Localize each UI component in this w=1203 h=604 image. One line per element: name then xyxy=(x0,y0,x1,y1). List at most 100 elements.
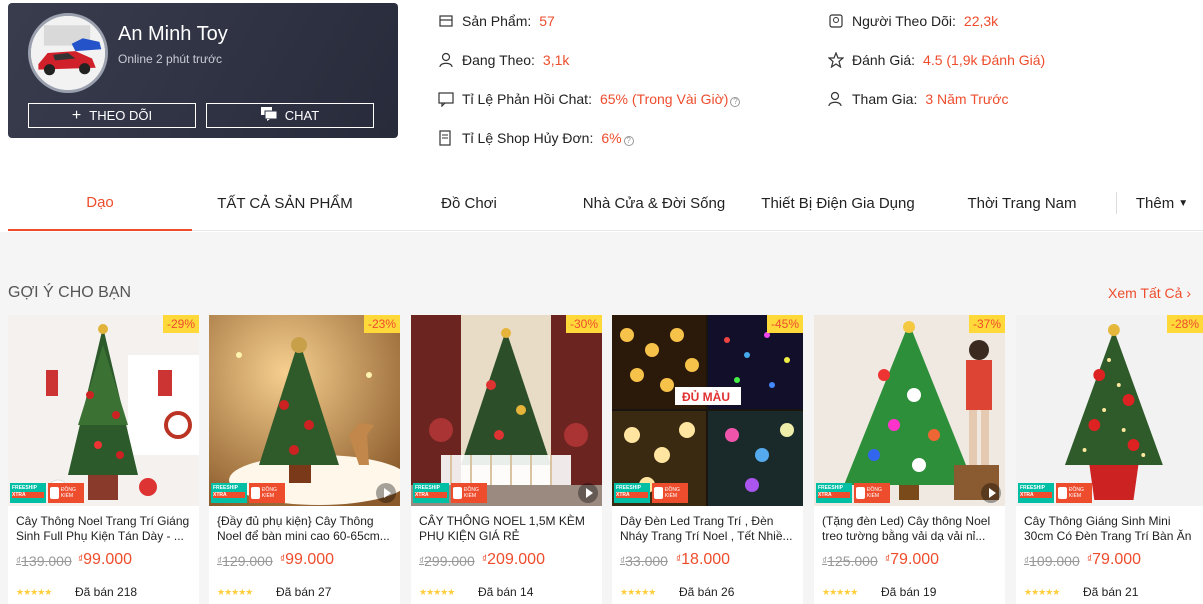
product-name: {Đầy đủ phụ kiện} Cây Thông Noel để bàn … xyxy=(217,514,390,543)
dong-kiem-badge: ĐỒNG KIỂM xyxy=(249,483,285,503)
product-image[interactable]: ĐỦ MÀU xyxy=(612,315,803,506)
promo-badges: FREESHIP XTRA ĐỒNG KIỂM xyxy=(614,483,688,503)
rating-stars-icon: ★★★★★ xyxy=(217,587,253,597)
tab-more-label: Thêm xyxy=(1135,194,1175,212)
section-title: GỢI Ý CHO BẠN xyxy=(8,284,132,301)
product-name: CÂY THÔNG NOEL 1,5M KÈM PHỤ KIỆN GIÁ RẺ xyxy=(419,514,585,543)
promo-badges: FREESHIP XTRA ĐỒNG KIỂM xyxy=(816,483,890,503)
stat-followers-label: Người Theo Dõi: xyxy=(852,13,956,29)
tab-appliances[interactable]: Thiết Bị Điện Gia Dụng xyxy=(748,175,928,231)
chat-icon xyxy=(260,107,278,124)
receipt-icon xyxy=(438,130,454,146)
help-icon[interactable]: ? xyxy=(730,97,741,107)
sold-count: Đã bán 27 xyxy=(276,585,332,599)
shop-online-status: Online 2 phút trước xyxy=(118,52,222,66)
sold-count: Đã bán 218 xyxy=(75,585,138,599)
rating-stars-icon: ★★★★★ xyxy=(620,587,656,597)
shop-avatar[interactable] xyxy=(28,13,108,93)
product-image[interactable] xyxy=(209,315,400,506)
rating-stars-icon: ★★★★★ xyxy=(1024,587,1060,597)
stat-rating: Đánh Giá: 4.5 (1,9k Đánh Giá) xyxy=(828,52,1045,68)
stat-rating-label: Đánh Giá: xyxy=(852,52,916,68)
discount-badge: -29% xyxy=(162,315,199,333)
discount-badge: -30% xyxy=(565,315,602,333)
product-name: Dây Đèn Led Trang Trí , Đèn Nháy Trang T… xyxy=(620,514,793,543)
product-image[interactable] xyxy=(1016,315,1203,506)
stat-cancel-rate-value: 6%? xyxy=(601,130,634,146)
tab-divider xyxy=(1116,192,1117,214)
check-icon xyxy=(453,487,462,499)
sale-price: ₫79.000 xyxy=(885,551,940,568)
stat-joined-value: 3 Năm Trước xyxy=(925,91,1009,107)
rating-stars-icon: ★★★★★ xyxy=(16,587,52,597)
sale-price: ₫99.000 xyxy=(78,551,133,568)
freeship-badge: FREESHIP XTRA xyxy=(211,483,247,503)
stat-cancel-rate: Tỉ Lệ Shop Hủy Đơn: 6%? xyxy=(438,130,634,146)
video-play-icon[interactable] xyxy=(981,483,1001,503)
promo-badges: FREESHIP XTRA ĐỒNG KIỂM xyxy=(10,483,84,503)
product-image[interactable] xyxy=(814,315,1005,506)
tab-more[interactable]: Thêm ▼ xyxy=(1124,175,1200,231)
stat-followers: Người Theo Dõi: 22,3k xyxy=(828,13,998,29)
stat-following-value: 3,1k xyxy=(542,52,570,68)
original-price: ₫139.000 xyxy=(16,553,72,569)
chat-button[interactable]: CHAT xyxy=(206,103,374,128)
help-icon[interactable]: ? xyxy=(623,136,634,146)
discount-badge: -45% xyxy=(766,315,803,333)
sold-count: Đã bán 26 xyxy=(679,585,735,599)
store-icon xyxy=(438,13,454,29)
follow-label: THEO DÕI xyxy=(89,108,153,123)
video-play-icon[interactable] xyxy=(376,483,396,503)
product-image[interactable] xyxy=(8,315,199,506)
product-card[interactable]: -28% FREESHIP XTRA ĐỒNG KIỂM Cây Thông Gi… xyxy=(1016,315,1203,604)
check-icon xyxy=(856,487,865,499)
stat-following: Đang Theo: 3,1k xyxy=(438,52,569,68)
promo-badges: FREESHIP XTRA ĐỒNG KIỂM xyxy=(211,483,285,503)
caret-down-icon: ▼ xyxy=(1178,197,1189,209)
tab-men-fashion[interactable]: Thời Trang Nam xyxy=(928,175,1116,231)
stat-joined-label: Tham Gia: xyxy=(852,91,918,107)
dong-kiem-badge: ĐỒNG KIỂM xyxy=(48,483,84,503)
shop-page: An Minh Toy Online 2 phút trước + THEO D… xyxy=(0,0,1203,604)
sale-price: ₫79.000 xyxy=(1087,551,1142,568)
chevron-right-icon: › xyxy=(1186,285,1191,301)
stat-products: Sản Phẩm: 57 xyxy=(438,13,555,29)
stat-followers-value: 22,3k xyxy=(963,13,999,29)
check-icon xyxy=(1058,487,1067,499)
original-price: ₫109.000 xyxy=(1024,553,1080,569)
product-name: (Tặng đèn Led) Cây thông Noel treo tường… xyxy=(822,514,991,543)
product-card[interactable]: ĐỦ MÀU -45% FREESHIP XTRA ĐỒNG KIỂM Dây Đ… xyxy=(612,315,803,604)
discount-badge: -23% xyxy=(363,315,400,333)
toy-car-image xyxy=(31,16,105,90)
product-card[interactable]: -30% FREESHIP XTRA ĐỒNG KIỂM CÂY THÔNG NO… xyxy=(411,315,602,604)
tab-home-life[interactable]: Nhà Cửa & Đời Sống xyxy=(560,175,748,231)
shop-header-card: An Minh Toy Online 2 phút trước + THEO D… xyxy=(8,3,398,138)
product-name: Cây Thông Noel Trang Trí Giáng Sinh Full… xyxy=(16,514,190,543)
stat-chat-response-label: Tỉ Lệ Phản Hồi Chat: xyxy=(462,91,592,107)
product-card[interactable]: -29% FREESHIP XTRA ĐỒNG KIỂM Cây Thông No… xyxy=(8,315,199,604)
follow-button[interactable]: + THEO DÕI xyxy=(28,103,196,128)
promo-badges: FREESHIP XTRA ĐỒNG KIỂM xyxy=(413,483,487,503)
check-icon xyxy=(251,487,260,499)
discount-badge: -28% xyxy=(1166,315,1203,333)
product-card[interactable]: -37% FREESHIP XTRA ĐỒNG KIỂM (Tặng đèn Le… xyxy=(814,315,1005,604)
tab-dao[interactable]: Dạo xyxy=(8,175,192,231)
dong-kiem-badge: ĐỒNG KIỂM xyxy=(451,483,487,503)
rating-stars-icon: ★★★★★ xyxy=(822,587,858,597)
video-play-icon[interactable] xyxy=(578,483,598,503)
product-image[interactable] xyxy=(411,315,602,506)
sold-count: Đã bán 14 xyxy=(478,585,534,599)
original-price: ₫299.000 xyxy=(419,553,475,569)
check-icon xyxy=(50,487,59,499)
tab-toys[interactable]: Đồ Chơi xyxy=(378,175,560,231)
user-icon xyxy=(438,52,454,68)
product-card[interactable]: -23% FREESHIP XTRA ĐỒNG KIỂM {Đầy đủ phụ … xyxy=(209,315,400,604)
stat-cancel-rate-label: Tỉ Lệ Shop Hủy Đơn: xyxy=(462,130,594,146)
see-all-link[interactable]: Xem Tất Cả › xyxy=(1108,285,1191,301)
followers-icon xyxy=(828,13,844,29)
stat-chat-response: Tỉ Lệ Phản Hồi Chat: 65% (Trong Vài Giờ)… xyxy=(438,91,741,107)
sale-price: ₫18.000 xyxy=(676,551,731,568)
check-icon xyxy=(654,487,663,499)
tab-all-products[interactable]: TẤT CẢ SẢN PHẨM xyxy=(192,175,378,231)
sold-count: Đã bán 19 xyxy=(881,585,937,599)
